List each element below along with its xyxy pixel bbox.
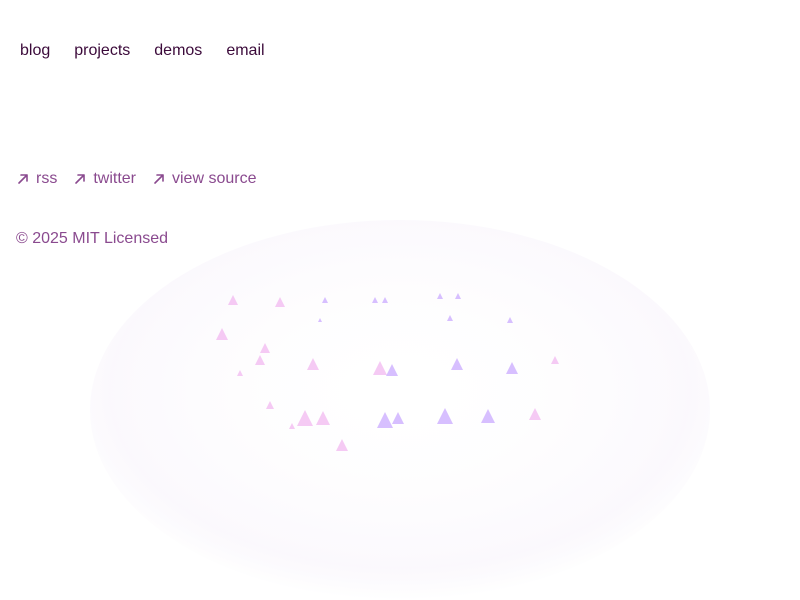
rss-link-label: rss (36, 170, 58, 187)
decorative-triangle (481, 409, 495, 423)
decorative-triangle (237, 370, 243, 376)
arrow-up-right-icon (154, 174, 164, 184)
decorative-triangle (307, 358, 319, 370)
nav-link-demos[interactable]: demos (154, 42, 202, 60)
decorative-triangle (451, 358, 463, 370)
decorative-triangle (228, 295, 238, 305)
main-nav: blog projects demos email (20, 42, 265, 60)
decorative-triangle (260, 343, 270, 353)
decorative-triangle (289, 423, 295, 429)
decorative-triangle (507, 317, 513, 323)
copyright-text: © 2025 MIT Licensed (16, 230, 169, 247)
decorative-triangle (216, 328, 228, 340)
decorative-triangle (455, 293, 461, 299)
decorative-triangle (377, 412, 393, 428)
decorative-triangle (529, 408, 541, 420)
arrow-up-right-icon (18, 174, 28, 184)
decorative-triangle (318, 318, 322, 322)
footer-links: rss twitter view source (16, 170, 256, 188)
twitter-link[interactable]: twitter (73, 170, 136, 188)
decorative-triangle (506, 362, 518, 374)
arrow-up-right-icon (75, 174, 86, 184)
view-source-link-label: view source (172, 170, 257, 187)
page: blog projects demos email rss twitter vi… (0, 0, 800, 600)
decorative-triangle (316, 411, 330, 425)
nav-link-projects[interactable]: projects (74, 42, 130, 60)
decorative-triangle (392, 412, 404, 424)
twitter-link-label: twitter (93, 170, 136, 187)
decorative-triangle (297, 410, 313, 426)
decorative-triangle (266, 401, 274, 409)
decorative-background-art (90, 220, 710, 600)
view-source-link[interactable]: view source (152, 170, 256, 188)
decorative-triangle (437, 293, 443, 299)
decorative-triangle (373, 361, 387, 375)
nav-link-blog[interactable]: blog (20, 42, 50, 60)
decorative-triangle (437, 408, 453, 424)
decorative-triangle (551, 356, 559, 364)
decorative-triangle (255, 355, 265, 365)
decorative-triangle (336, 439, 348, 451)
decorative-triangle (447, 315, 453, 321)
nav-link-email[interactable]: email (226, 42, 264, 60)
rss-link[interactable]: rss (16, 170, 57, 188)
decorative-triangle (386, 364, 398, 376)
decorative-triangle (322, 297, 328, 303)
decorative-triangle (372, 297, 378, 303)
decorative-triangle (275, 297, 285, 307)
decorative-triangle (382, 297, 388, 303)
